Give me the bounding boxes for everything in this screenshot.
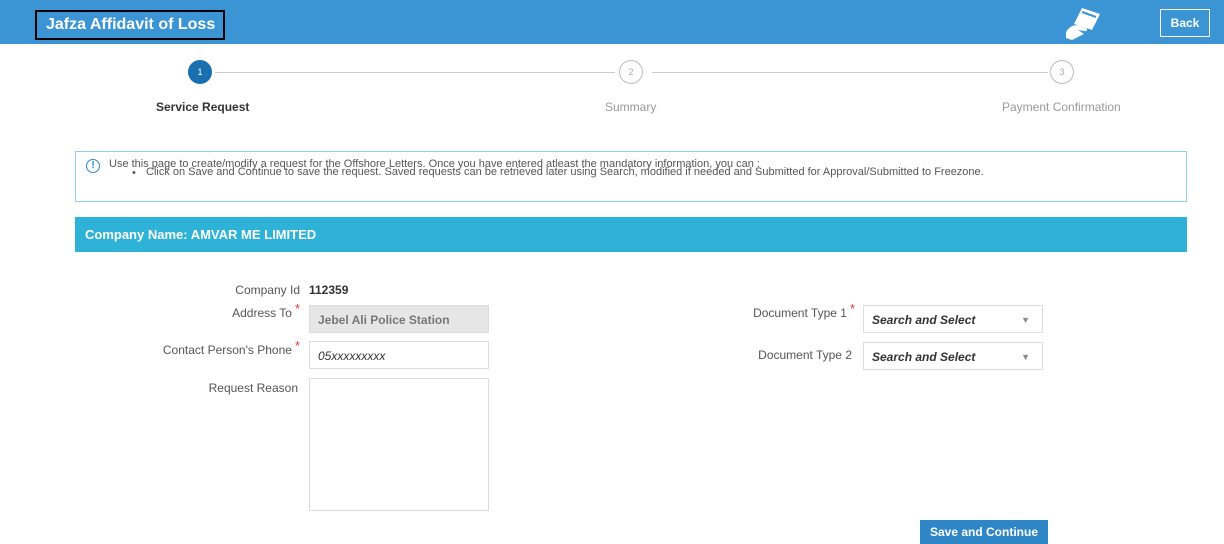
step-1-label: Service Request: [156, 100, 250, 114]
step-3-label: Payment Confirmation: [1002, 100, 1121, 114]
request-reason-label: Request Reason: [208, 381, 298, 395]
doc-type-1-select[interactable]: Search and Select ▼: [863, 305, 1043, 333]
dropdown-arrow-icon: ▼: [1021, 315, 1030, 325]
address-to-field: Jebel Ali Police Station: [309, 305, 489, 333]
doc-type-2-value: Search and Select: [872, 350, 976, 364]
step-1-circle[interactable]: 1: [188, 60, 212, 84]
step-connector: [652, 72, 1048, 73]
info-box: ! Use this page to create/modify a reque…: [75, 151, 1187, 202]
save-and-continue-button[interactable]: Save and Continue: [920, 520, 1048, 544]
company-id-label: Company Id: [235, 283, 300, 297]
required-star-icon: *: [849, 301, 855, 316]
doc-type-1-label: Document Type 1 *: [753, 301, 855, 320]
step-2-label: Summary: [605, 100, 657, 114]
request-reason-textarea[interactable]: [309, 378, 489, 511]
company-name: Company Name: AMVAR ME LIMITED: [85, 227, 317, 242]
required-star-icon: *: [294, 338, 300, 353]
info-bullet-text: Click on Save and Continue to save the r…: [146, 166, 984, 178]
step-3-circle[interactable]: 3: [1050, 60, 1074, 84]
doc-type-1-value: Search and Select: [872, 313, 976, 327]
step-connector: [215, 72, 615, 73]
doc-type-2-label: Document Type 2: [758, 348, 852, 362]
contact-phone-label: Contact Person's Phone *: [162, 338, 300, 357]
info-circle-icon: !: [86, 159, 100, 173]
required-star-icon: *: [294, 301, 300, 316]
company-bar: Company Name: AMVAR ME LIMITED: [75, 217, 1187, 252]
step-2-circle[interactable]: 2: [619, 60, 643, 84]
wizard-steps: 1 2 3 Service Request Summary Payment Co…: [0, 58, 1224, 118]
doc-type-2-select[interactable]: Search and Select ▼: [863, 342, 1043, 370]
contact-phone-field[interactable]: 05xxxxxxxxx: [309, 341, 489, 369]
dropdown-arrow-icon: ▼: [1021, 352, 1030, 362]
company-id-value: 112359: [309, 283, 349, 297]
top-bar: Jafza Affidavit of Loss Back: [0, 0, 1224, 44]
address-to-label: Address To *: [232, 301, 300, 320]
hand-card-icon: [1066, 8, 1100, 40]
back-button[interactable]: Back: [1160, 9, 1210, 37]
app-title: Jafza Affidavit of Loss: [35, 10, 226, 40]
bullet-icon: •: [132, 167, 136, 179]
